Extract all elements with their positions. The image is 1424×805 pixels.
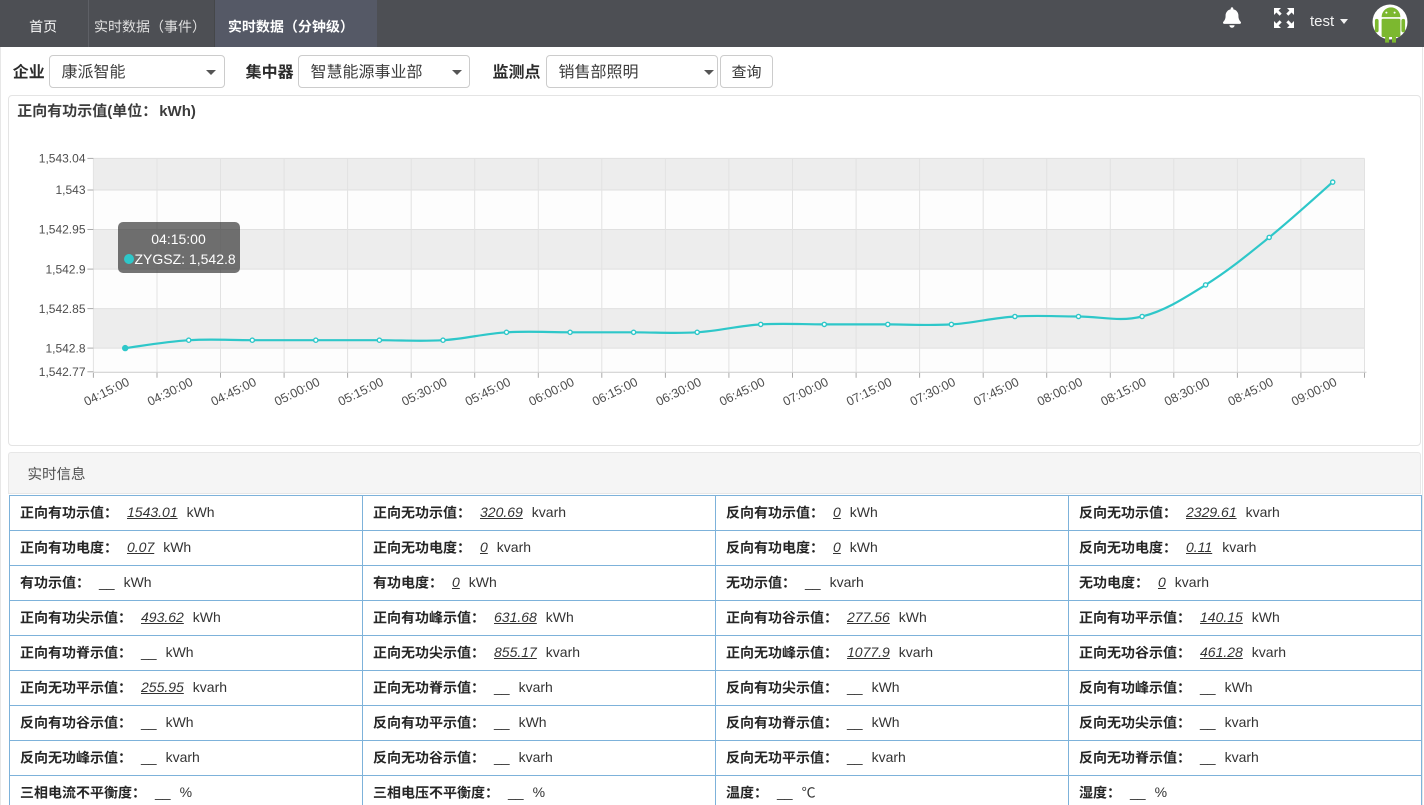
svg-text:05:15:00: 05:15:00 [336, 375, 386, 409]
svg-text:04:45:00: 04:45:00 [209, 375, 259, 409]
svg-text:1,542.77: 1,542.77 [39, 365, 86, 379]
svg-text:06:45:00: 06:45:00 [717, 375, 767, 409]
svg-text:1,542.95: 1,542.95 [39, 223, 86, 237]
svg-text:08:30:00: 08:30:00 [1162, 375, 1212, 409]
svg-text:1,542.9: 1,542.9 [45, 262, 85, 276]
svg-text:05:45:00: 05:45:00 [463, 375, 513, 409]
svg-text:04:15:00: 04:15:00 [82, 375, 132, 409]
svg-text:kWh): kWh) [159, 103, 196, 120]
svg-text:04:30:00: 04:30:00 [145, 375, 195, 409]
svg-text:08:45:00: 08:45:00 [1226, 375, 1276, 409]
svg-text:06:15:00: 06:15:00 [590, 375, 640, 409]
svg-text:08:15:00: 08:15:00 [1099, 375, 1149, 409]
svg-text:07:30:00: 07:30:00 [908, 375, 958, 409]
svg-text:05:00:00: 05:00:00 [272, 375, 322, 409]
svg-text:07:45:00: 07:45:00 [971, 375, 1021, 409]
svg-text:08:00:00: 08:00:00 [1035, 375, 1085, 409]
svg-text:1,543.04: 1,543.04 [39, 152, 86, 166]
svg-text:(: ( [107, 103, 112, 120]
svg-text:06:30:00: 06:30:00 [654, 375, 704, 409]
svg-text:07:15:00: 07:15:00 [844, 375, 894, 409]
svg-text:05:30:00: 05:30:00 [399, 375, 449, 409]
svg-text:06:00:00: 06:00:00 [527, 375, 577, 409]
svg-text:07:00:00: 07:00:00 [781, 375, 831, 409]
svg-text:09:00:00: 09:00:00 [1289, 375, 1339, 409]
svg-text:1,542.8: 1,542.8 [45, 341, 85, 355]
svg-text:1,542.85: 1,542.85 [39, 302, 86, 316]
svg-text:1,543: 1,543 [55, 183, 85, 197]
